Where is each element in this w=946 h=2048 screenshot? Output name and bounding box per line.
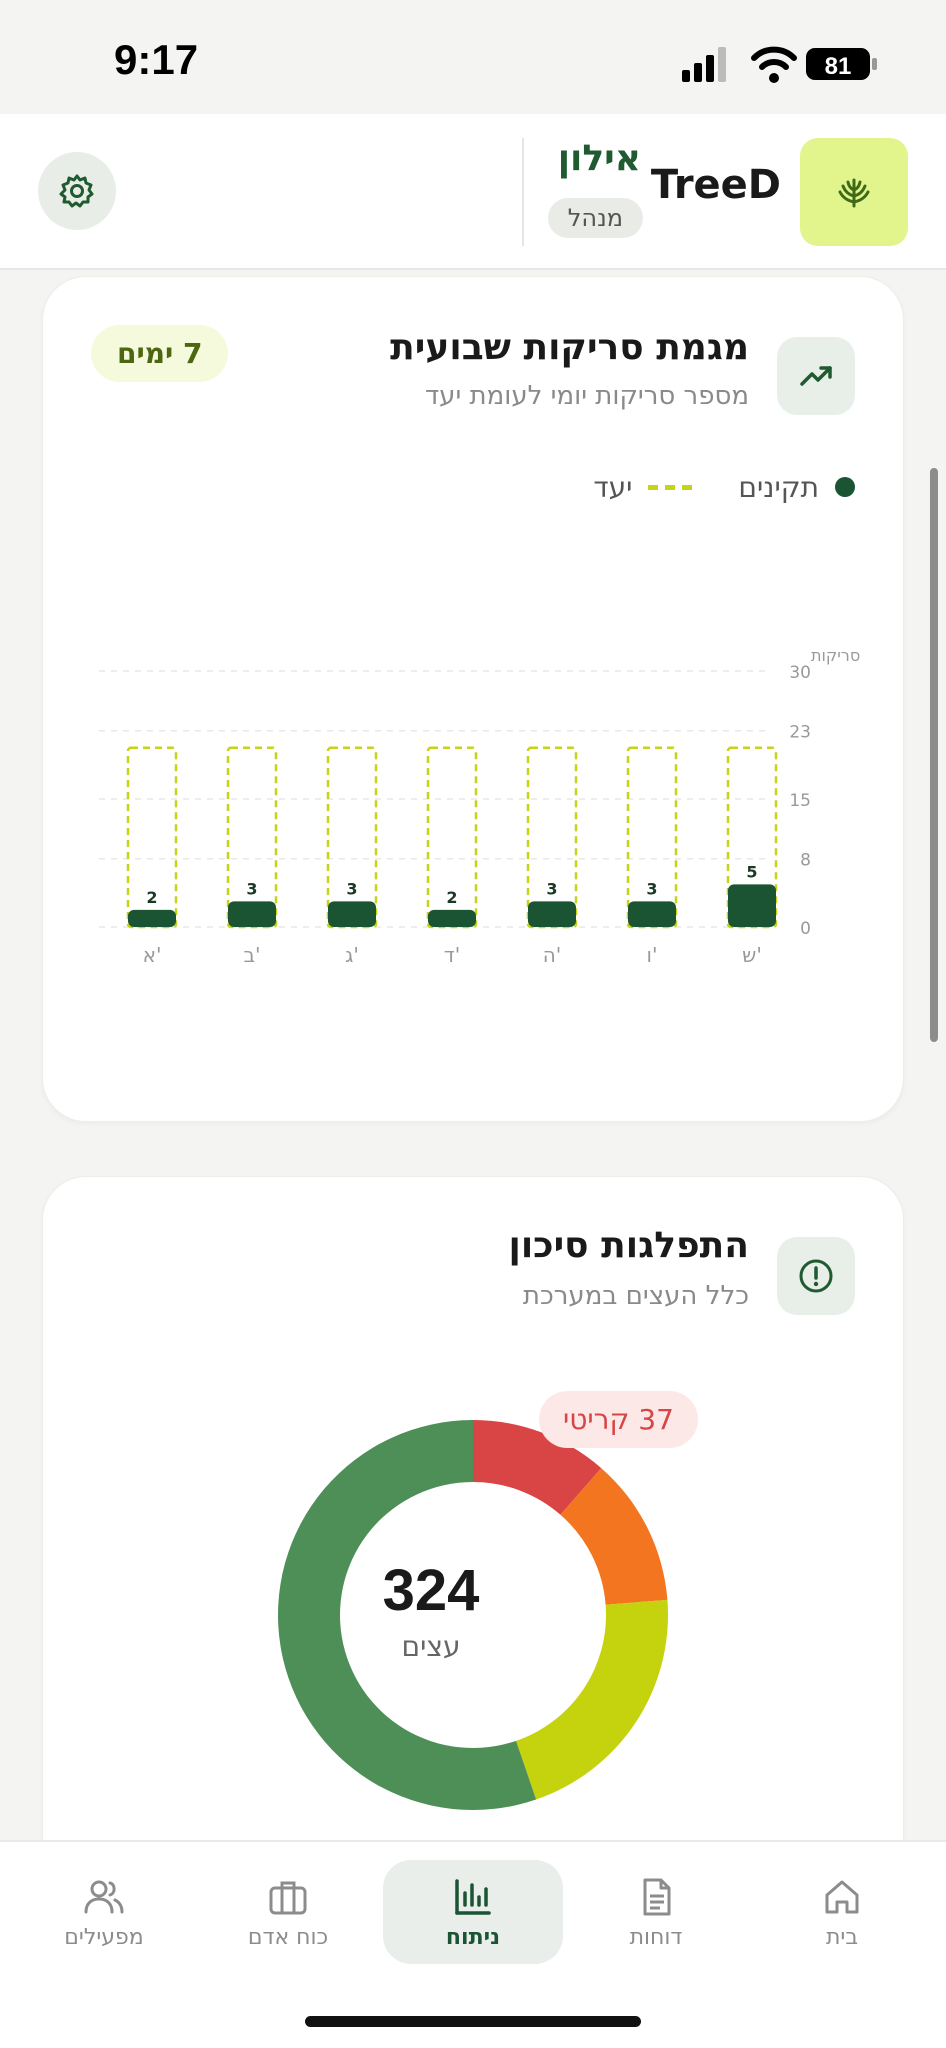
risk-donut-chart [278,1420,668,1810]
bar-value-label: 2 [146,888,157,907]
brand-name: TreeD [650,162,781,208]
weekly-bar-chart: 0 8 15 23 30סריקות 5 ש' 3 ו' 3 ה' 2 ד' 3 ג' 3 ב' 2 א' [99,646,860,967]
nav-operators[interactable]: מפעילים [14,1860,194,1964]
target-bar [626,746,678,929]
user-name: אילון [557,138,641,179]
bottom-nav: בית דוחות ניתוח כוח אדם מפעילים [0,1840,946,2048]
bar-value-label: 3 [246,879,257,898]
y-tick-label: 30 [789,663,811,683]
nav-reports[interactable]: דוחות [566,1860,746,1964]
nav-home-label: בית [825,1924,859,1950]
x-tick-label: ד' [444,943,460,967]
document-icon [643,1878,671,1915]
y-tick-label: 15 [789,791,811,811]
briefcase-icon [269,1881,307,1914]
x-tick-label: ג' [345,943,359,967]
status-icons: 81 [682,46,877,83]
role-badge: מנהל [547,198,643,238]
signal-icon [682,47,726,82]
nav-home[interactable]: בית [752,1860,932,1964]
bar-value-label: 3 [546,879,557,898]
weekly-scans-card: מגמת סריקות שבועית מספר סריקות יומי לעומ… [42,276,904,1122]
status-bar: 9:17 81 [0,0,946,114]
nav-reports-label: דוחות [629,1924,683,1950]
target-bar [226,746,278,929]
nav-workforce[interactable]: כוח אדם [198,1860,378,1964]
critical-badge[interactable]: 37 קריטי [539,1391,698,1448]
nav-analytics[interactable]: ניתוח [383,1860,563,1964]
users-icon [84,1880,124,1913]
actual-bar [228,901,276,927]
x-tick-label: א' [143,943,162,967]
app-header: TreeD אילון מנהל [0,114,946,270]
nav-workforce-label: כוח אדם [247,1924,329,1950]
nav-operators-label: מפעילים [64,1924,144,1950]
tree-total-label: עצים [401,1630,461,1663]
bar-value-label: 3 [646,879,657,898]
target-bar [326,746,378,929]
y-tick-label: 0 [800,919,811,939]
x-tick-label: ה' [543,943,562,967]
y-tick-label: 23 [789,723,811,743]
bar-chart-icon [455,1878,491,1915]
battery-level: 81 [825,53,852,80]
battery-icon: 81 [806,48,877,80]
status-time: 9:17 [114,36,199,83]
bar-value-label: 5 [746,862,757,881]
logo[interactable] [800,138,908,246]
actual-bar [528,901,576,927]
settings-button[interactable] [38,152,116,230]
y-tick-label: 8 [800,851,811,871]
x-tick-label: ש' [742,943,762,967]
donut-center: 324 עצים [311,1557,551,1663]
header-divider [522,138,524,246]
home-icon [825,1880,859,1913]
actual-bar [628,901,676,927]
actual-bar [428,909,476,927]
tree-total: 324 [382,1558,480,1623]
tree-icon [838,178,870,208]
actual-bar [128,909,176,927]
wifi-icon [751,46,797,83]
bar-value-label: 2 [446,888,457,907]
home-indicator [305,2016,641,2027]
actual-bar [328,901,376,927]
actual-bar [728,884,776,927]
risk-distribution-card: התפלגות סיכון כלל העצים במערכת 37 קריטי … [42,1176,904,1896]
target-bar [526,746,578,929]
y-axis-label: סריקות [811,646,860,665]
nav-analytics-label: ניתוח [445,1924,501,1950]
analytics-screen: 9:17 81 TreeD אילון מנהל מגמת סריקות שבו… [0,0,946,2048]
scrollbar[interactable] [930,468,938,1042]
gear-icon [59,174,94,208]
bar-value-label: 3 [346,879,357,898]
x-tick-label: ו' [647,943,658,967]
x-tick-label: ב' [243,943,260,967]
